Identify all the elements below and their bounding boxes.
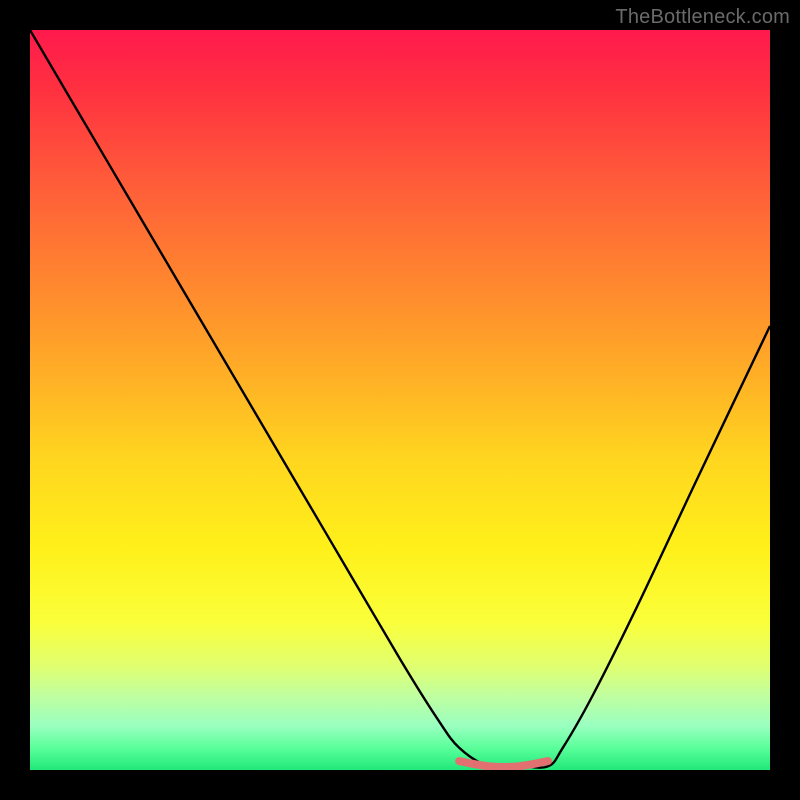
chart-overlay bbox=[30, 30, 770, 770]
optimal-range-marker bbox=[459, 761, 548, 767]
chart-frame: TheBottleneck.com bbox=[0, 0, 800, 800]
bottleneck-curve bbox=[30, 30, 770, 768]
watermark-text: TheBottleneck.com bbox=[615, 6, 790, 29]
